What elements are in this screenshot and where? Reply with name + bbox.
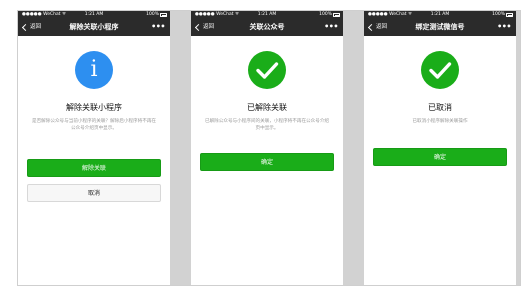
battery-percent: 100% bbox=[492, 12, 505, 17]
status-bar: ●●●●● WeChat ᯤ 1:21 AM 100% bbox=[364, 11, 516, 19]
more-options-icon[interactable]: ••• bbox=[151, 19, 165, 34]
battery-percent: 100% bbox=[319, 12, 332, 17]
description-text: 已取消小程序解除关联操作 bbox=[412, 119, 468, 124]
page-heading: 已取消 bbox=[428, 103, 452, 112]
nav-title: 解除关联小程序 bbox=[69, 23, 119, 31]
confirm-button[interactable]: 确定 bbox=[373, 148, 507, 166]
phone-screen-cancelled: ●●●●● WeChat ᯤ 1:21 AM 100% 返回 绑定测试微信号 •… bbox=[364, 11, 516, 285]
confirm-button[interactable]: 确定 bbox=[200, 153, 334, 171]
phone-screen-unbound: ●●●●● WeChat ᯤ 1:21 AM 100% 返回 关联公众号 •••… bbox=[191, 11, 343, 285]
nav-bar: 返回 关联公众号 ••• bbox=[191, 19, 343, 36]
more-options-icon[interactable]: ••• bbox=[324, 19, 338, 34]
nav-title: 关联公众号 bbox=[249, 23, 285, 31]
screenshot-frame: ●●●●● WeChat ᯤ 1:21 AM 100% 返回 解除关联小程序 •… bbox=[17, 10, 521, 286]
battery-icon bbox=[333, 13, 340, 17]
battery-percent: 100% bbox=[146, 12, 159, 17]
status-bar: ●●●●● WeChat ᯤ 1:21 AM 100% bbox=[18, 11, 170, 19]
success-check-icon bbox=[248, 51, 286, 89]
info-glyph: i bbox=[90, 57, 98, 82]
battery-icon bbox=[160, 13, 167, 17]
nav-bar: 返回 绑定测试微信号 ••• bbox=[364, 19, 516, 36]
phone-screen-unbind-confirm: ●●●●● WeChat ᯤ 1:21 AM 100% 返回 解除关联小程序 •… bbox=[18, 11, 170, 285]
nav-title: 绑定测试微信号 bbox=[415, 23, 465, 31]
battery-icon bbox=[506, 13, 513, 17]
cancel-button[interactable]: 取消 bbox=[27, 184, 161, 202]
info-icon: i bbox=[75, 51, 113, 89]
description-text: 已解除公众号与小程序间的关联，小程序将不再在公众号介绍页中显示。 bbox=[204, 119, 330, 131]
page-heading: 解除关联小程序 bbox=[66, 103, 122, 112]
success-check-icon bbox=[421, 51, 459, 89]
unbind-button[interactable]: 解除关联 bbox=[27, 159, 161, 177]
nav-bar: 返回 解除关联小程序 ••• bbox=[18, 19, 170, 36]
page-heading: 已解除关联 bbox=[247, 103, 287, 112]
more-options-icon[interactable]: ••• bbox=[497, 19, 511, 34]
description-text: 是否解除公众号与当前小程序的关联？解除后小程序将不再在公众号介绍页中显示。 bbox=[31, 119, 157, 131]
status-bar: ●●●●● WeChat ᯤ 1:21 AM 100% bbox=[191, 11, 343, 19]
